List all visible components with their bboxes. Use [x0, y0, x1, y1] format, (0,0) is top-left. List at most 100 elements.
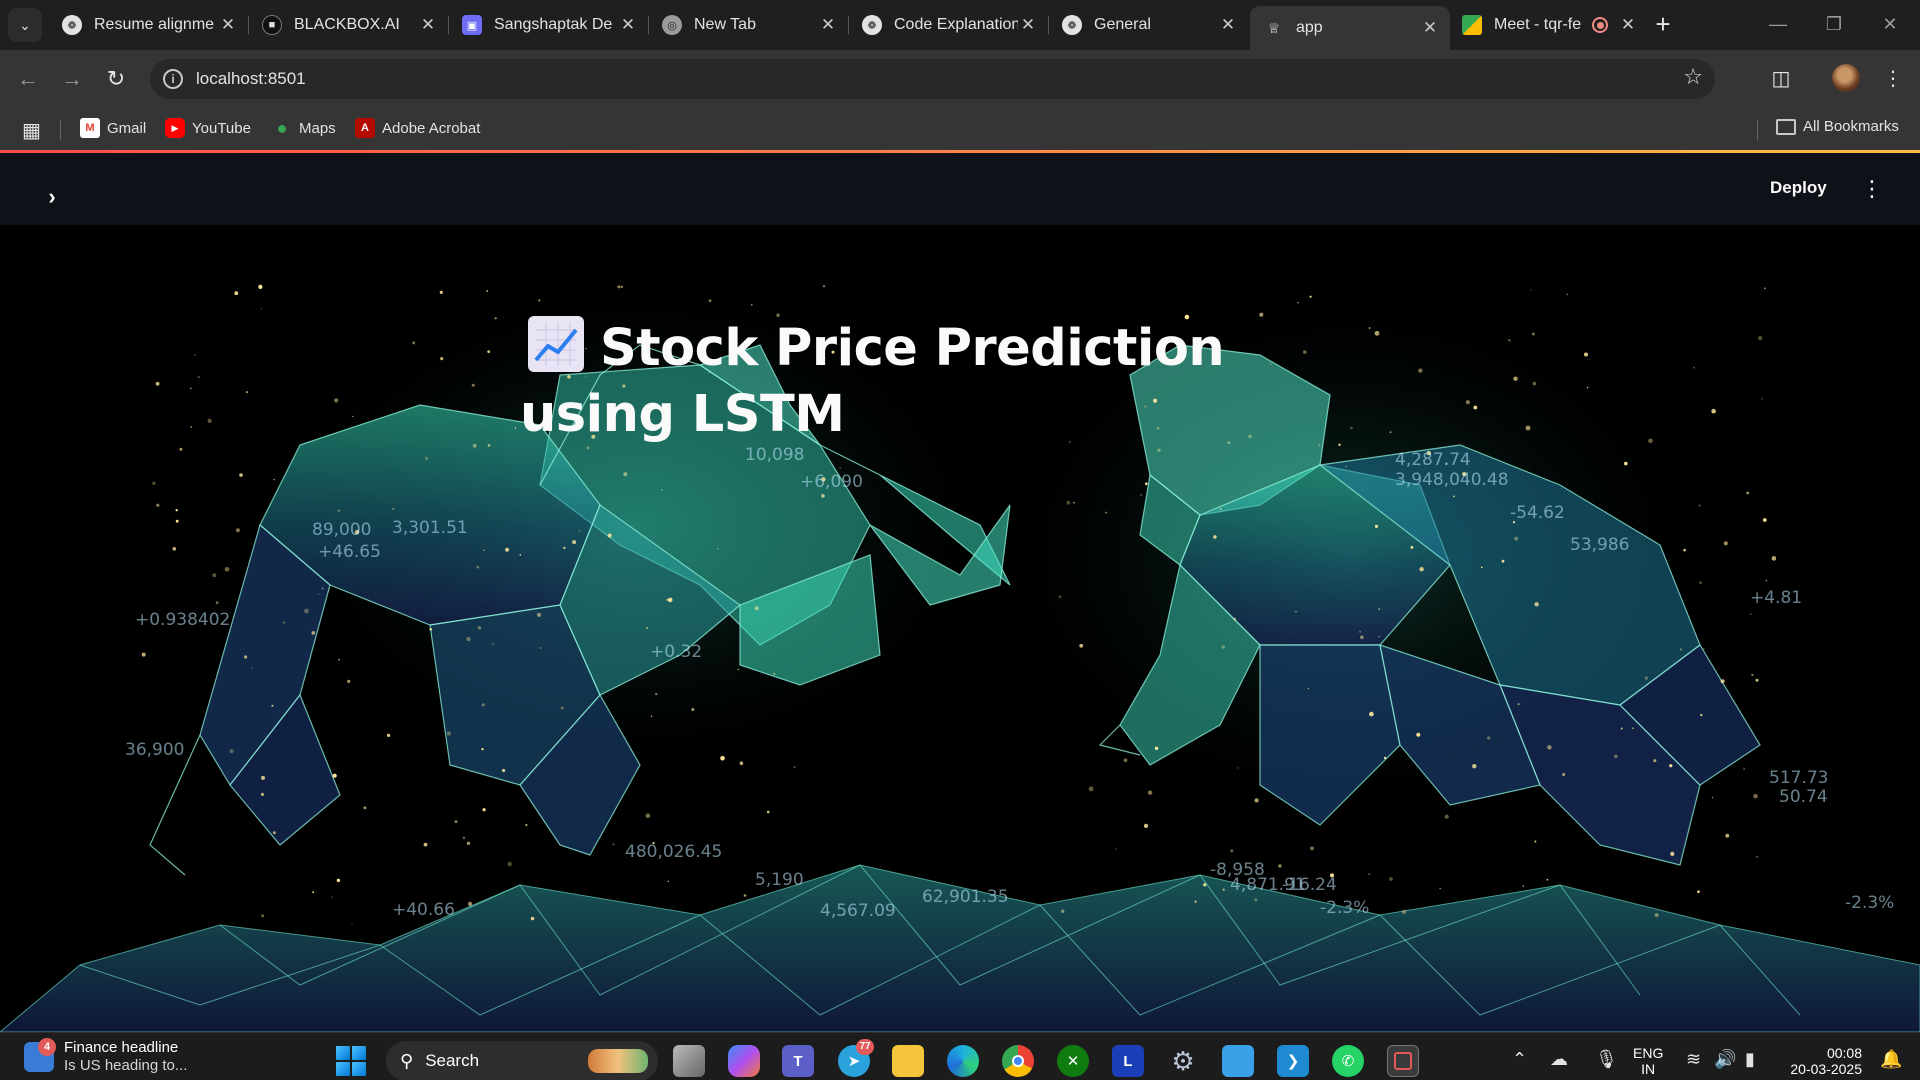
particle-dot [1698, 504, 1701, 507]
particle-dot [462, 836, 466, 840]
wifi-icon[interactable]: ≋ [1686, 1045, 1701, 1073]
particle-dot [338, 658, 340, 661]
particle-dot [1566, 293, 1569, 296]
arrow-right-icon: → [61, 66, 83, 91]
task-view-icon[interactable] [673, 1045, 705, 1077]
minimize-icon: — [1769, 14, 1787, 34]
chrome-icon[interactable] [1002, 1045, 1034, 1077]
volume-icon[interactable]: 🔊 [1714, 1045, 1736, 1073]
xbox-icon[interactable]: ✕ [1057, 1045, 1089, 1077]
telegram-icon[interactable]: ➤ 77 [838, 1039, 874, 1077]
copilot-icon[interactable] [728, 1045, 760, 1077]
particle-dot [1764, 287, 1766, 290]
particle-dot [650, 715, 653, 717]
bookmark-gmail[interactable]: M Gmail [80, 118, 146, 138]
search-highlight-art [588, 1049, 648, 1073]
new-tab-button[interactable]: + [1648, 10, 1678, 40]
notification-icon[interactable]: 🔔 [1880, 1045, 1902, 1073]
expand-sidebar-button[interactable]: › [40, 185, 64, 209]
teams-icon[interactable]: T [782, 1045, 814, 1077]
particle-dot [1237, 767, 1239, 769]
close-icon[interactable]: ✕ [1018, 15, 1038, 35]
news-widget[interactable]: 4 Finance headline Is US heading to... [24, 1038, 187, 1075]
tab-general[interactable]: ❁ General ✕ [1048, 8, 1248, 42]
url-text[interactable]: localhost:8501 [196, 69, 306, 89]
taskbar-search[interactable]: ⚲ Search [386, 1041, 658, 1080]
address-bar[interactable]: i localhost:8501 ☆ [150, 59, 1715, 99]
forward-button[interactable]: → [56, 63, 88, 95]
particle-dot [347, 679, 351, 683]
particle-dot [1514, 536, 1519, 541]
particle-dot [766, 810, 770, 814]
extensions-icon[interactable]: ◫ [1764, 62, 1798, 96]
particle-dot [1669, 764, 1673, 768]
close-icon[interactable]: ✕ [418, 15, 438, 35]
edge-icon[interactable] [947, 1045, 979, 1077]
particle-dot [1295, 610, 1297, 613]
folder-icon[interactable] [892, 1045, 924, 1077]
floating-number: +46.65 [318, 542, 381, 562]
bookmark-maps[interactable]: ● Maps [272, 118, 336, 138]
bookmark-youtube[interactable]: ▶ YouTube [165, 118, 251, 138]
gmail-icon: M [80, 118, 100, 138]
particle-dot [471, 383, 475, 387]
close-icon[interactable]: ✕ [618, 15, 638, 35]
back-button[interactable]: ← [12, 63, 44, 95]
vscode-icon[interactable]: ❯ [1277, 1045, 1309, 1077]
bookmark-star-icon[interactable]: ☆ [1683, 64, 1703, 90]
close-window-button[interactable]: ✕ [1862, 0, 1918, 48]
particle-dot [1532, 381, 1537, 386]
reload-button[interactable]: ↻ [100, 63, 132, 95]
tab-search-button[interactable]: ⌄ [8, 8, 42, 42]
particle-dot [1345, 466, 1347, 468]
close-icon[interactable]: ✕ [818, 15, 838, 35]
tab-blackbox[interactable]: ■ BLACKBOX.AI ✕ [248, 8, 449, 42]
monitor-icon[interactable] [1222, 1045, 1254, 1077]
tab-meet[interactable]: Meet - tqr-fe ✕ [1448, 8, 1648, 42]
tab-resume-alignment[interactable]: ❁ Resume alignme ✕ [48, 8, 249, 42]
apps-grid-icon[interactable]: ▦ [22, 118, 41, 143]
particle-dot [387, 733, 391, 737]
particle-dot [412, 341, 416, 345]
bookmark-adobe-acrobat[interactable]: A Adobe Acrobat [355, 118, 480, 138]
close-icon[interactable]: ✕ [1218, 15, 1238, 35]
battery-icon[interactable]: ▮ [1745, 1045, 1755, 1073]
close-icon[interactable]: ✕ [1618, 15, 1638, 35]
app-main-area: +0.938402 89,000 +46.65 3,301.51 10,098 +6,09… [0, 225, 1920, 1032]
close-icon[interactable]: ✕ [1420, 18, 1440, 38]
all-bookmarks[interactable]: All Bookmarks [1776, 118, 1899, 135]
tab-code-explanation[interactable]: ❁ Code Explanation ✕ [848, 8, 1049, 42]
particle-dot [423, 842, 428, 847]
language-indicator[interactable]: ENG IN [1633, 1045, 1663, 1077]
l-icon[interactable]: L [1112, 1045, 1144, 1077]
recording-icon [1592, 17, 1608, 33]
floating-number: 36,900 [125, 740, 184, 760]
particle-dot [429, 628, 433, 631]
minimize-button[interactable]: — [1750, 0, 1806, 48]
tab-sangshaptak[interactable]: ▣ Sangshaptak De ✕ [448, 8, 649, 42]
tab-new-tab[interactable]: ◎ New Tab ✕ [648, 8, 849, 42]
profile-avatar[interactable] [1832, 64, 1860, 92]
gear-icon[interactable]: ⚙ [1167, 1045, 1199, 1077]
start-button[interactable] [336, 1046, 366, 1076]
snipping-icon[interactable] [1387, 1045, 1419, 1077]
main-menu-button[interactable]: ⋮ [1860, 173, 1884, 205]
site-info-icon[interactable]: i [163, 69, 183, 89]
chevron-up-icon[interactable]: ⌃ [1512, 1045, 1527, 1073]
microphone-icon[interactable]: 🎙 [1595, 1045, 1618, 1073]
tab-app-active[interactable]: ♕ app ✕ [1250, 6, 1450, 50]
deploy-button[interactable]: Deploy [1770, 178, 1827, 198]
bookmark-label: YouTube [192, 119, 251, 137]
particle-dot [1359, 630, 1362, 633]
floating-number: 480,026.45 [625, 842, 722, 862]
particle-dot [661, 489, 663, 491]
restore-button[interactable]: ❐ [1806, 0, 1862, 48]
clock[interactable]: 00:08 20-03-2025 [1782, 1045, 1862, 1077]
close-icon[interactable]: ✕ [218, 15, 238, 35]
particle-dot [466, 636, 471, 642]
onedrive-cloud-icon[interactable]: ☁ [1550, 1045, 1568, 1073]
more-menu-icon[interactable]: ⋮ [1876, 62, 1910, 96]
globe-icon: ◎ [662, 15, 682, 35]
particle-dot [1632, 727, 1634, 729]
whatsapp-icon[interactable]: ✆ [1332, 1045, 1364, 1077]
